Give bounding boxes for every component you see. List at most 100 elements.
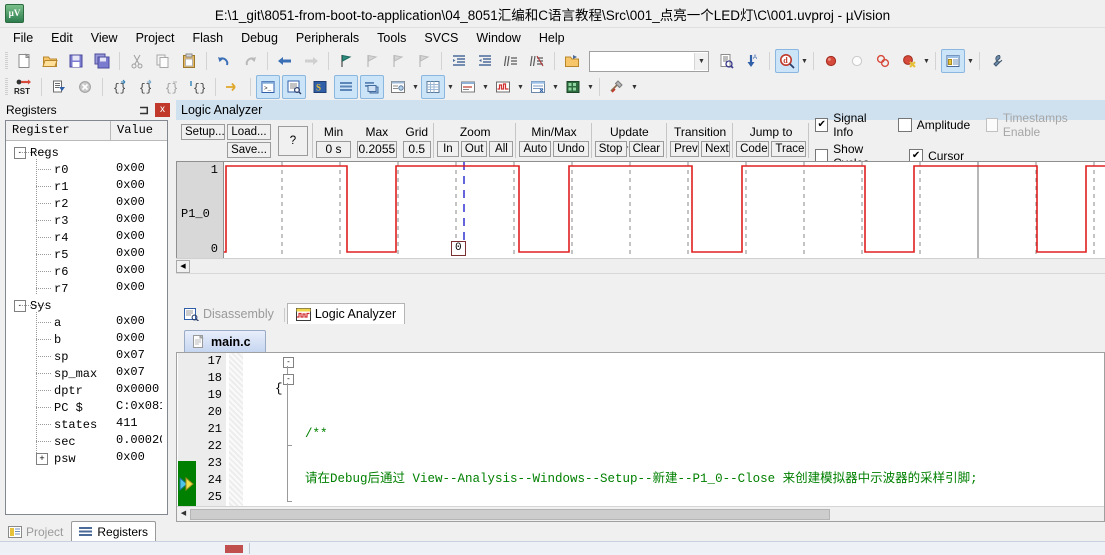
zoom-in-button[interactable]: In [436,141,459,157]
code-text[interactable]: { /** 请在Debug后通过 View--Analysis--Windows… [245,353,1104,507]
minmax-undo-button[interactable]: Undo [553,141,589,157]
disable-breakpoint-icon[interactable] [845,49,869,73]
stop-icon[interactable] [73,75,97,99]
amplitude-checkbox[interactable]: Amplitude [897,111,974,139]
transition-prev-button[interactable]: Prev [670,141,700,157]
run-icon[interactable] [47,75,71,99]
debug-dropdown-arrow-icon[interactable]: ▼ [800,50,809,72]
register-row-b[interactable]: b 0x00 [6,331,167,348]
trace-dropdown-arrow-icon[interactable]: ▼ [551,76,560,98]
help-button[interactable]: ? [278,125,308,156]
register-row-r7[interactable]: r7 0x00 [6,280,167,297]
configure-target-icon[interactable] [985,49,1009,73]
minmax-auto-button[interactable]: Auto [519,141,552,157]
bookmark-next-icon[interactable] [386,49,410,73]
save-button[interactable]: Save... [227,141,271,158]
register-row-r0[interactable]: r0 0x00 [6,161,167,178]
uncomment-icon[interactable] [525,49,549,73]
tree-group-sys[interactable]: - Sys [6,297,167,314]
navigate-back-icon[interactable] [273,49,297,73]
components-dropdown-arrow-icon[interactable]: ▼ [966,50,975,72]
menu-window[interactable]: Window [467,29,529,47]
signal-info-checkbox[interactable]: ✔ Signal Info [815,111,886,139]
pin-icon[interactable]: ⊐ [137,103,151,117]
bookmark-toggle-icon[interactable] [334,49,358,73]
register-row-r4[interactable]: r4 0x00 [6,229,167,246]
waveform-area[interactable]: 1 P1_0 0 0 0.195 ms 0.1965 ms 0.2005 ms … [176,161,1105,274]
register-row-states[interactable]: states 411 [6,416,167,433]
transition-next-button[interactable]: Next [701,141,731,157]
register-row-r6[interactable]: r6 0x00 [6,263,167,280]
register-row-sp[interactable]: sp 0x07 [6,348,167,365]
trace-windows-icon[interactable] [526,75,550,99]
toolbar-grip[interactable] [5,52,8,70]
reset-cpu-icon[interactable]: RST [12,75,36,99]
find-input[interactable] [590,52,694,70]
file-tab-main-c[interactable]: main.c [184,330,266,352]
register-row-pc[interactable]: PC $ C:0x081 [6,399,167,416]
menu-project[interactable]: Project [127,29,184,47]
waveform-plot[interactable]: 0 [224,161,1105,261]
new-file-icon[interactable] [12,49,36,73]
toolbar-grip[interactable] [5,78,8,96]
tab-disassembly[interactable]: Disassembly [176,304,282,324]
watch-dropdown-arrow-icon[interactable]: ▼ [411,76,420,98]
serial-windows-icon[interactable] [456,75,480,99]
grid-value[interactable]: 0.5 us [402,140,431,171]
expander-icon[interactable]: - [14,300,26,312]
zoom-out-button[interactable]: Out [460,141,488,157]
tab-logic-analyzer[interactable]: Logic Analyzer [286,303,406,324]
register-row-a[interactable]: a 0x00 [6,314,167,331]
menu-svcs[interactable]: SVCS [415,29,467,47]
save-icon[interactable] [64,49,88,73]
register-row-r3[interactable]: r3 0x00 [6,212,167,229]
menu-flash[interactable]: Flash [183,29,232,47]
menu-help[interactable]: Help [530,29,574,47]
indent-icon[interactable] [447,49,471,73]
outdent-icon[interactable] [473,49,497,73]
scroll-thumb[interactable] [190,508,830,520]
comment-icon[interactable] [499,49,523,73]
analysis-dropdown-arrow-icon[interactable]: ▼ [516,76,525,98]
find-in-files-icon[interactable] [714,49,738,73]
cut-icon[interactable] [125,49,149,73]
expander-icon[interactable]: - [14,147,26,159]
dock-tab-registers[interactable]: Registers [71,521,157,543]
open-file-icon[interactable] [38,49,62,73]
redo-icon[interactable] [238,49,262,73]
fold-column[interactable]: - - [229,353,294,507]
undo-icon[interactable] [212,49,236,73]
signal-label-box[interactable]: 1 P1_0 0 [176,161,224,259]
update-clear-button[interactable]: Clear [628,141,665,157]
memory-dropdown-arrow-icon[interactable]: ▼ [446,76,455,98]
step-over-icon[interactable]: {} [134,75,158,99]
register-row-r2[interactable]: r2 0x00 [6,195,167,212]
sysviewer-dropdown-arrow-icon[interactable]: ▼ [586,76,595,98]
manage-components-icon[interactable] [941,49,965,73]
register-row-psw[interactable]: + psw 0x00 [6,450,167,467]
menu-debug[interactable]: Debug [232,29,287,47]
insert-breakpoint-icon[interactable] [819,49,843,73]
scroll-left-icon[interactable]: ◀ [176,259,190,273]
debug-session-icon[interactable]: d [775,49,799,73]
register-row-sp-max[interactable]: sp_max 0x07 [6,365,167,382]
breakpoint-dropdown-arrow-icon[interactable]: ▼ [922,50,931,72]
checkbox-box[interactable]: ✔ [815,118,829,132]
copy-icon[interactable] [151,49,175,73]
step-out-icon[interactable]: {} [160,75,184,99]
menu-tools[interactable]: Tools [368,29,415,47]
max-time-value[interactable]: 0.2055 ms [357,140,397,171]
register-row-r5[interactable]: r5 0x00 [6,246,167,263]
step-in-icon[interactable]: {} [108,75,132,99]
min-time-value[interactable]: 0 s [316,140,352,158]
load-button[interactable]: Load... [227,123,271,140]
menu-edit[interactable]: Edit [42,29,82,47]
waveform-hscrollbar[interactable]: ◀ [176,258,1105,273]
update-stop-button[interactable]: Stop [594,141,627,157]
registers-window-icon[interactable] [334,75,358,99]
navigate-forward-icon[interactable] [299,49,323,73]
paste-icon[interactable] [177,49,201,73]
memory-windows-icon[interactable] [421,75,445,99]
register-row-r1[interactable]: r1 0x00 [6,178,167,195]
open-project-icon[interactable] [560,49,584,73]
